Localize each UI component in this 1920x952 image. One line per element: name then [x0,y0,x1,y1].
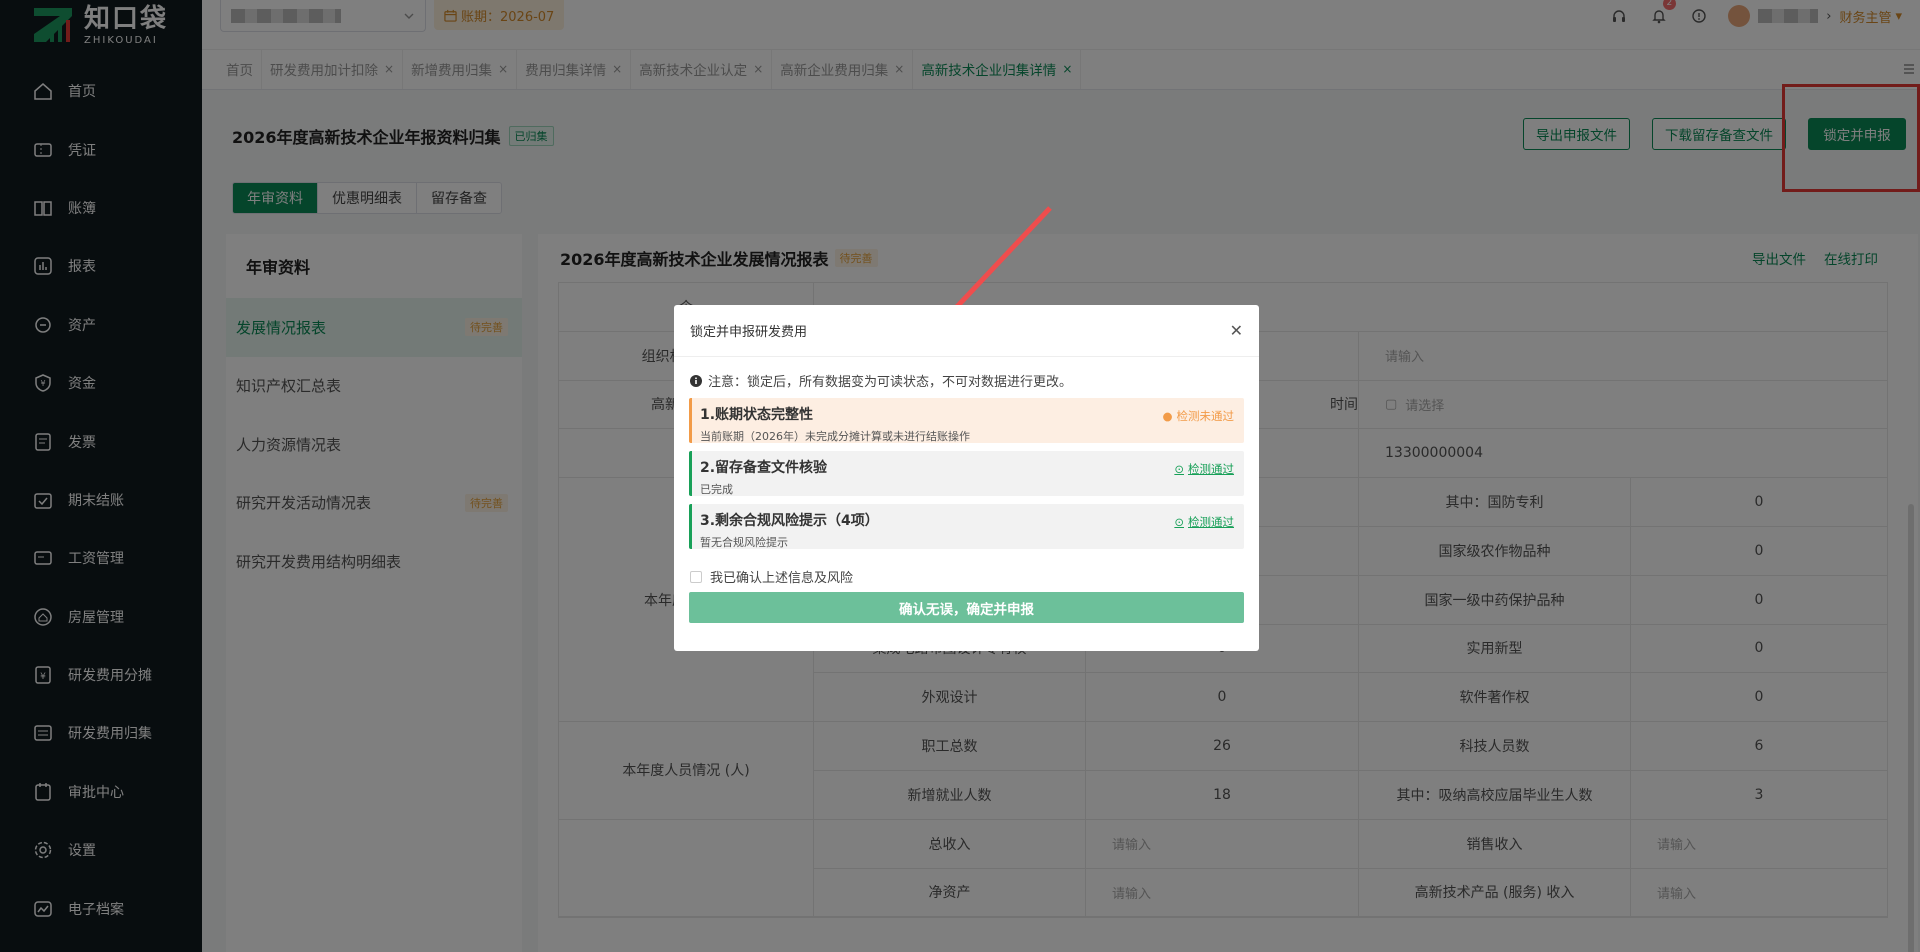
lock-declare-dialog: 锁定并申报研发费用 ✕ 注意：锁定后，所有数据变为可读状态，不可对数据进行更改。… [674,305,1259,651]
check-status-label: 检测通过 [1188,515,1234,529]
check-title: 3.剩余合规风险提示（4项） [700,513,879,529]
check-status-label: 检测通过 [1188,462,1234,476]
dialog-title: 锁定并申报研发费用 [690,325,808,340]
check-desc: 当前账期（2026年）未完成分摊计算或未进行结账操作 [700,430,970,443]
check-title: 2.留存备查文件核验 [700,460,828,476]
check-card: 2.留存备查文件核验 已完成 ⊙ 检测通过 [689,451,1244,496]
check-card: 3.剩余合规风险提示（4项） 暂无合规风险提示 ⊙ 检测通过 [689,504,1244,549]
check-status: ● 检测未通过 [1162,408,1234,424]
check-circle-icon: ⊙ [1174,462,1184,476]
check-title: 1.账期状态完整性 [700,407,814,423]
warning-icon: ● [1162,409,1173,423]
info-icon [690,374,702,387]
confirm-declare-button[interactable]: 确认无误，确定并申报 [689,592,1244,623]
check-desc: 已完成 [700,483,733,496]
check-status[interactable]: ⊙ 检测通过 [1174,514,1234,530]
confirm-checkbox[interactable] [690,570,702,583]
check-circle-icon: ⊙ [1174,515,1184,529]
dialog-note: 注意：锁定后，所有数据变为可读状态，不可对数据进行更改。 [708,375,1073,390]
check-status-label: 检测未通过 [1176,409,1235,423]
close-icon[interactable]: ✕ [1230,321,1243,340]
check-status[interactable]: ⊙ 检测通过 [1174,461,1234,477]
confirm-checkbox-label[interactable]: 我已确认上述信息及风险 [710,567,853,586]
check-desc: 暂无合规风险提示 [700,536,788,549]
check-card: 1.账期状态完整性当前账期（2026年）未完成分摊计算或未进行结账操作 ● 检测未通… [689,398,1244,443]
